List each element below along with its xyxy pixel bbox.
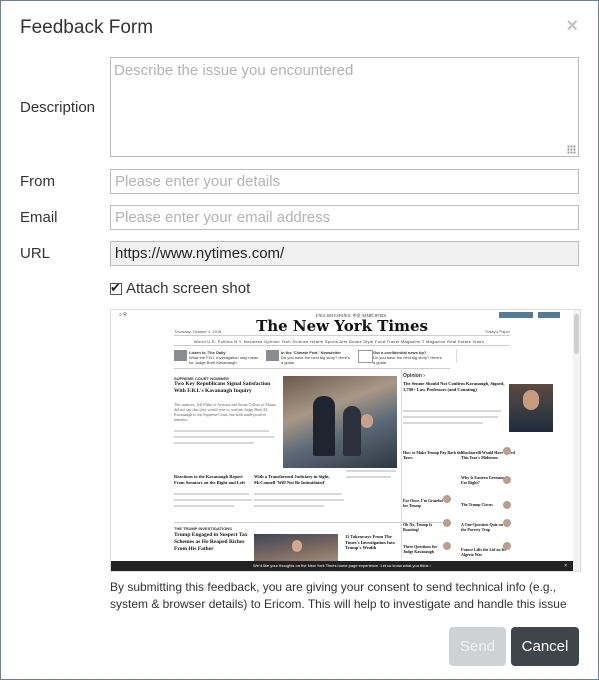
column-divider xyxy=(401,368,402,558)
text-line xyxy=(403,410,501,412)
nyt-markets xyxy=(456,349,517,363)
promo-text: Got a confidential news tip? Do you have … xyxy=(373,350,442,365)
headline: Two Key Republicans Signal Satisfaction … xyxy=(174,381,271,394)
cancel-button[interactable]: Cancel xyxy=(511,627,579,666)
resize-grip-icon[interactable] xyxy=(567,145,576,154)
avatar xyxy=(443,495,451,503)
avatar xyxy=(503,476,511,484)
photo-face xyxy=(523,390,539,410)
description-textarea[interactable] xyxy=(110,57,579,157)
attach-screenshot-label: Attach screen shot xyxy=(126,280,251,297)
dialog-title: Feedback Form xyxy=(20,17,154,38)
nyt-nav: World U.S. Politics N.Y. Business Opinio… xyxy=(194,339,485,344)
description-wrapper xyxy=(110,57,579,157)
from-input[interactable] xyxy=(110,169,579,194)
text-line xyxy=(174,505,234,507)
from-label: From xyxy=(20,173,55,190)
send-button[interactable]: Send xyxy=(449,627,506,666)
text-line xyxy=(346,470,396,472)
avatar xyxy=(503,501,511,509)
text-line xyxy=(174,499,252,501)
headline: Trump Engaged in Suspect Tax Schemes as … xyxy=(174,532,248,552)
text-line xyxy=(254,493,342,495)
consent-text: By submitting this feedback, you are giv… xyxy=(110,580,567,611)
nyt-rule xyxy=(174,335,510,336)
nyt-rule xyxy=(174,345,510,346)
opinion-heading: Opinion › xyxy=(403,373,425,379)
nyt-date: Thursday, October 4, 2018 xyxy=(174,329,222,334)
news-photo xyxy=(283,376,397,468)
summary: The senators, Jeff Flake of Arizona and … xyxy=(174,402,277,422)
nyt-weather xyxy=(521,349,551,363)
url-label: URL xyxy=(20,245,51,262)
avatar xyxy=(443,519,451,527)
text-line xyxy=(346,476,391,478)
attach-screenshot-row[interactable]: Attach screen shot xyxy=(110,280,250,297)
description-label: Description xyxy=(20,99,96,116)
url-input[interactable] xyxy=(110,241,579,266)
screenshot-scrollbar xyxy=(573,310,580,571)
close-icon[interactable]: × xyxy=(566,15,578,37)
attach-screenshot-checkbox[interactable] xyxy=(110,280,122,296)
headline: With a Transformed Judiciary in Sight, M… xyxy=(254,474,330,485)
nyt-feedback-text: We'd like your thoughts on the New York … xyxy=(253,563,431,568)
text-line xyxy=(174,436,274,438)
nyt-feedback-bar: We'd like your thoughts on the New York … xyxy=(111,561,573,571)
nyt-todays-paper: Today's Paper xyxy=(484,329,510,334)
headline: For Once, I'm Grateful for Trump xyxy=(403,498,443,508)
nyt-rule xyxy=(174,368,450,369)
text-line xyxy=(174,493,249,495)
headline: Reactions to the Kavanaugh Report From S… xyxy=(174,474,245,485)
headline: Oh No, Trump Is Boasting! xyxy=(403,522,433,532)
promo-image xyxy=(266,350,279,361)
photo-face xyxy=(292,540,302,552)
promo-text: Listen to 'The Daily' What the F.B.I. inv… xyxy=(189,350,259,365)
promo-text: In the 'Climate Fwd:' Newsletter Do you h… xyxy=(281,350,350,365)
text-line xyxy=(174,442,254,444)
promo-image xyxy=(174,350,187,361)
promo-image xyxy=(358,350,373,363)
section-label: THE TRUMP INVESTIGATIONS xyxy=(174,526,232,531)
email-input[interactable] xyxy=(110,205,579,230)
headline: The Senate Should Not Confirm Kavanaugh,… xyxy=(403,381,505,392)
headline: The Trump Circus xyxy=(461,502,493,507)
photo-figure xyxy=(343,406,361,456)
text-line xyxy=(254,499,344,501)
avatar xyxy=(503,519,511,527)
text-line xyxy=(403,422,483,424)
photo-figure xyxy=(313,396,335,456)
screenshot-preview: ≡ ⚲ ENGLISH ESPAÑOL 中文 (SIMPLIFIED) The … xyxy=(110,309,581,572)
headline: 11 Takeaways From The Times's Investigat… xyxy=(345,534,395,550)
photo-face xyxy=(361,414,373,428)
close-icon: × xyxy=(564,563,567,569)
avatar xyxy=(443,542,451,550)
scrollbar-thumb xyxy=(574,314,579,354)
avatar xyxy=(503,542,511,550)
headline: France Lifts the Lid on Its Algeria War xyxy=(461,547,506,557)
headline: A One-Question Quiz on the Poverty Trap xyxy=(461,522,503,532)
avatar xyxy=(503,447,511,455)
headline: Three Questions for Judge Kavanaugh xyxy=(403,544,438,554)
headline: How to Make Trump Pay Back the Taxes xyxy=(403,450,463,460)
text-line xyxy=(174,430,269,432)
feedback-dialog: Feedback Form × Description From Email U… xyxy=(0,0,599,680)
text-line xyxy=(254,505,324,507)
news-photo xyxy=(509,384,553,432)
email-label: Email xyxy=(20,209,58,226)
text-line xyxy=(403,416,498,418)
